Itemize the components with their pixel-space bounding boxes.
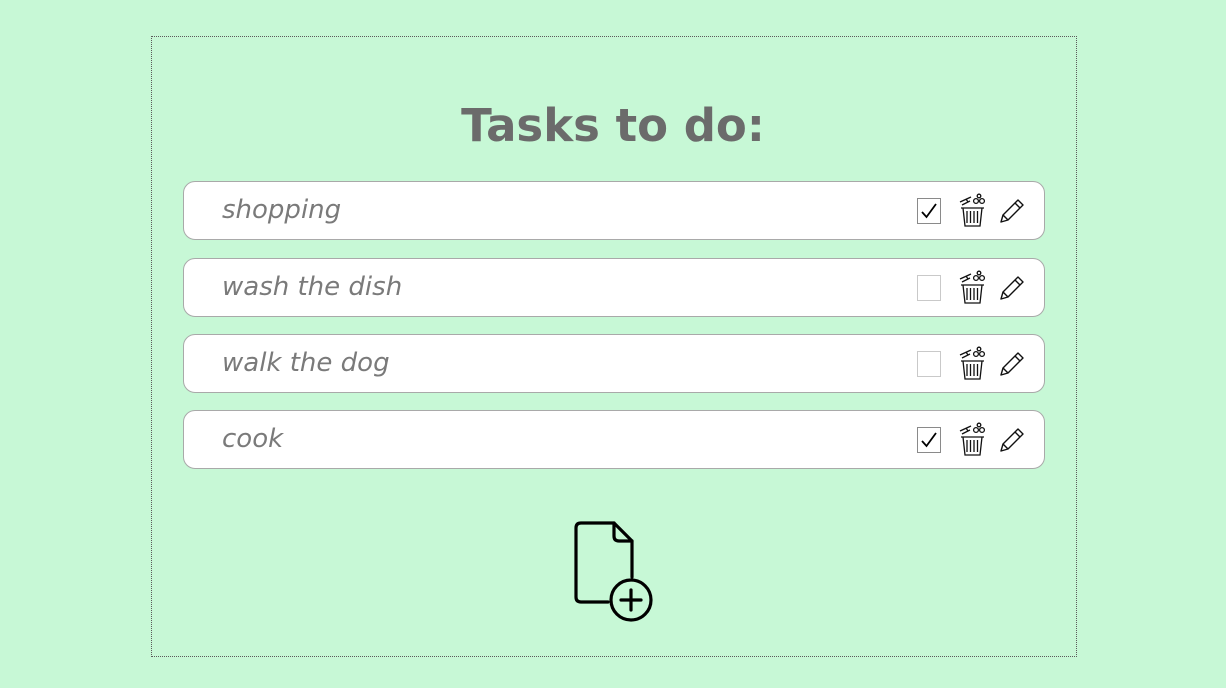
task-checkbox[interactable]: [917, 275, 941, 301]
add-file-icon[interactable]: [572, 519, 656, 627]
task-item[interactable]: walk the dog: [183, 334, 1045, 393]
task-item[interactable]: cook: [183, 410, 1045, 469]
trash-icon[interactable]: [957, 270, 987, 306]
pencil-icon[interactable]: [997, 349, 1027, 379]
task-checkbox[interactable]: [917, 351, 941, 377]
checkmark-icon: [921, 432, 937, 448]
task-checkbox[interactable]: [917, 427, 941, 453]
trash-icon[interactable]: [957, 422, 987, 458]
checkmark-icon: [921, 203, 937, 219]
pencil-icon[interactable]: [997, 425, 1027, 455]
task-checkbox[interactable]: [917, 198, 941, 224]
pencil-icon[interactable]: [997, 273, 1027, 303]
task-item[interactable]: wash the dish: [183, 258, 1045, 317]
task-label: shopping: [222, 195, 342, 225]
task-label: wash the dish: [222, 272, 403, 302]
task-label: walk the dog: [222, 348, 390, 378]
task-item[interactable]: shopping: [183, 181, 1045, 240]
task-label: cook: [222, 424, 284, 454]
page-title: Tasks to do:: [461, 99, 765, 152]
trash-icon[interactable]: [957, 346, 987, 382]
pencil-icon[interactable]: [997, 196, 1027, 226]
trash-icon[interactable]: [957, 193, 987, 229]
